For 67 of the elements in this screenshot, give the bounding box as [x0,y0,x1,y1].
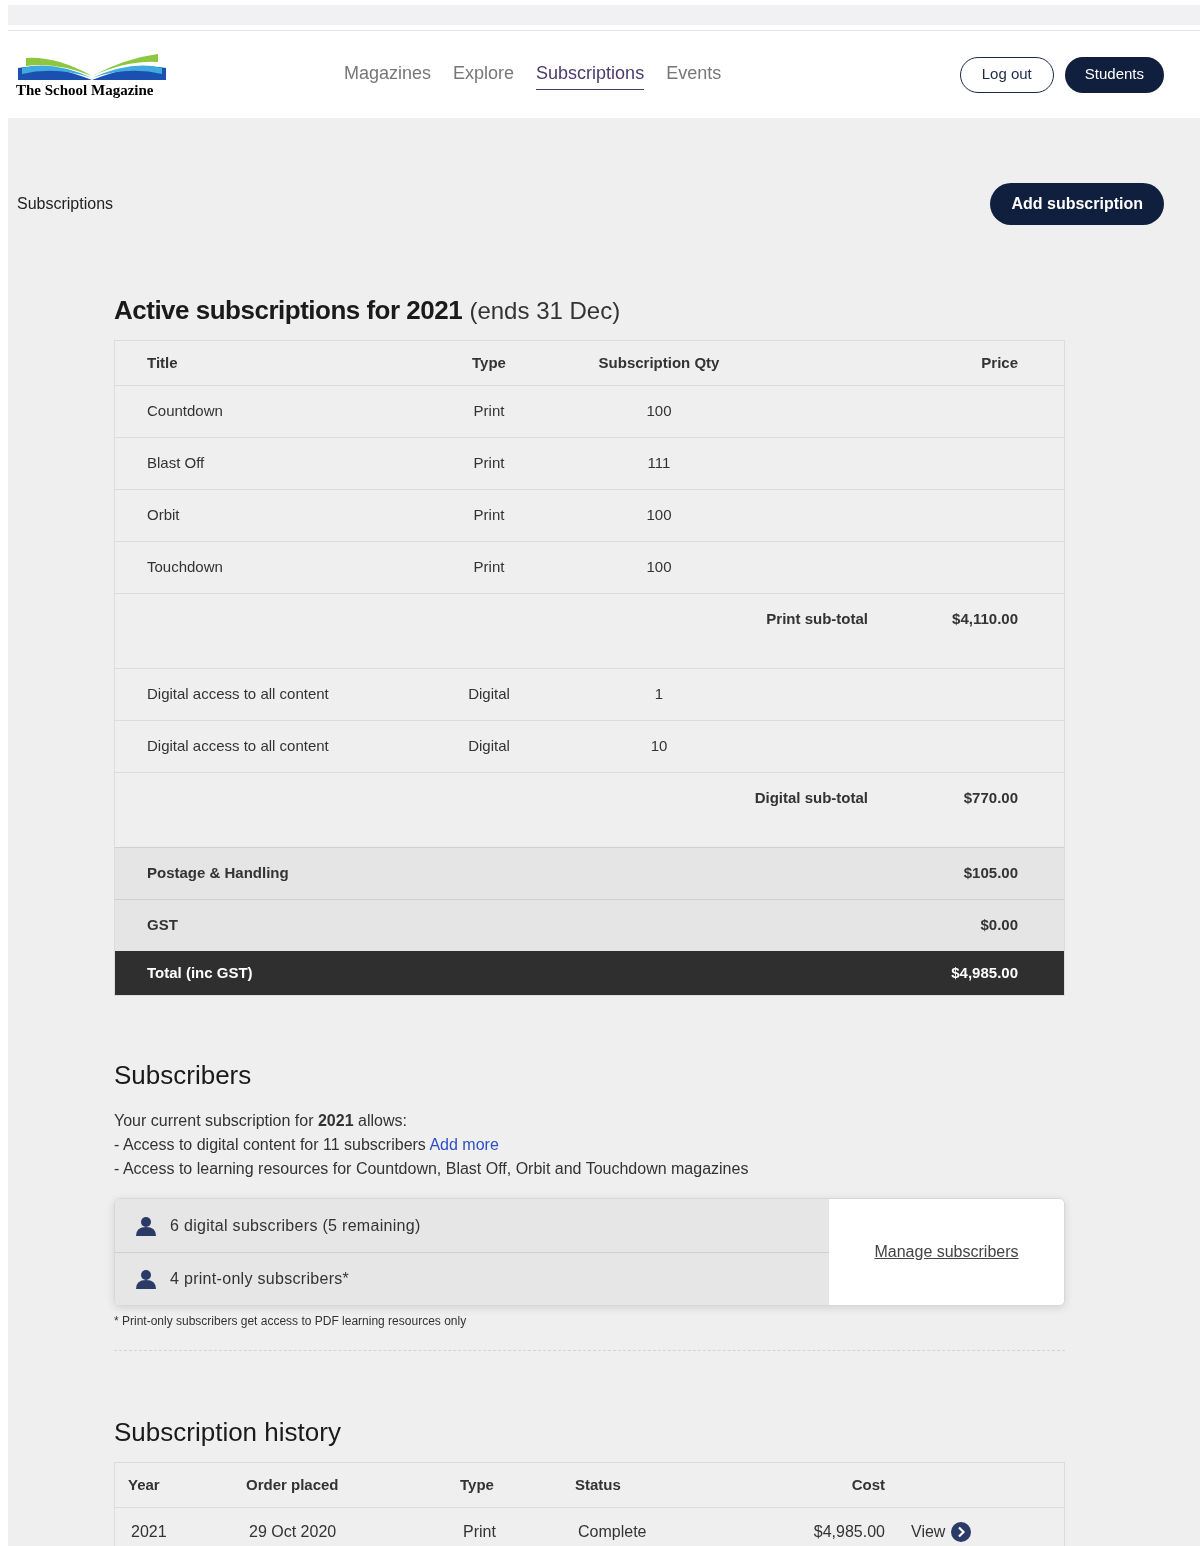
column-header: Subscription Qty [597,352,721,373]
fee-price: $105.00 [963,863,1018,884]
section-heading: Subscribers [114,1062,253,1088]
nav-link[interactable]: Events [666,59,722,90]
table-cell-text: Complete [577,1521,648,1542]
table-cell-text: Digital [467,736,511,757]
intro-text: Your current subscription for 2021 allows: [114,1111,408,1131]
table-cell-text: Digital [467,684,511,705]
fee-label: GST [147,915,178,936]
page-title: Subscriptions [17,194,114,214]
logout-button[interactable]: Log out [959,56,1054,93]
table-cell-text: 2021 [130,1521,168,1542]
logo-icon [16,51,168,82]
table-cell-text: 100 [645,401,673,422]
subtotal-price: $4,110.00 [951,609,1018,629]
table-cell-text: Print [472,453,506,474]
add-subscription-button[interactable]: Add subscription [990,183,1164,225]
subtotal-label: Print sub-total [766,609,868,629]
total-price: $4,985.00 [951,962,1018,983]
add-more-link[interactable]: Add more [429,1136,499,1153]
fee-label: Postage & Handling [147,863,289,884]
section-heading: Subscription history [114,1419,342,1445]
students-button[interactable]: Students [1064,56,1164,93]
table-cell-text: Blast Off [147,453,206,474]
access-text: - Access to learning resources for Countdown, Blast Off, Orbit and Touchdown magazines [114,1159,750,1179]
table-cell-text: Countdown [147,401,224,422]
nav-link[interactable]: Explore [453,59,515,90]
table-cell-text: 29 Oct 2020 [248,1521,338,1542]
subscriber-count: 6 digital subscribers (5 remaining) [170,1215,421,1236]
column-header: Price [980,352,1018,373]
column-header: Type [471,352,507,373]
total-label: Total (inc GST) [147,962,253,983]
fee-price: $0.00 [980,915,1018,936]
section-heading: Active subscriptions for 2021 (ends 31 Dec) [114,297,622,323]
subtotal-price: $770.00 [962,788,1018,808]
table-cell-text: Digital access to all content [147,736,330,757]
view-link[interactable]: View [885,1519,1064,1544]
table-cell-text: $4,985.00 [812,1521,885,1542]
column-header: Cost [850,1474,885,1495]
subtotal-label: Digital sub-total [754,788,868,808]
table-cell-text: Print [472,401,506,422]
manage-subscribers-link[interactable]: Manage subscribers [874,1240,1019,1264]
footnote: * Print-only subscribers get access to PDF learning resources only [114,1313,468,1330]
nav-link[interactable]: Subscriptions [536,59,645,90]
access-text: - Access to digital content for 11 subscribers [114,1136,426,1153]
table-cell-text: 1 [653,684,665,705]
table-cell-text: Print [462,1521,497,1542]
nav-link[interactable]: Magazines [344,59,432,90]
table-cell-text: 10 [649,736,669,757]
chevron-right-icon [951,1521,972,1542]
table-cell-text: 111 [646,453,672,474]
person-icon [136,1269,156,1289]
logo-text: The School Magazine [16,82,154,98]
table-cell-text: Digital access to all content [147,684,330,705]
subscriber-count: 4 print-only subscribers* [170,1269,350,1289]
table-cell-text: 100 [645,505,673,526]
table-cell-text: Orbit [147,505,181,526]
column-header: Year [128,1474,161,1495]
table-cell-text: 100 [645,557,673,578]
table-cell-text: Touchdown [147,557,224,578]
person-icon [136,1215,156,1236]
table-cell-text: Print [472,557,506,578]
column-header: Title [147,352,179,373]
column-header: Order placed [246,1474,340,1495]
column-header: Type [460,1474,495,1495]
column-header: Status [575,1474,622,1495]
table-cell-text: Print [472,505,506,526]
